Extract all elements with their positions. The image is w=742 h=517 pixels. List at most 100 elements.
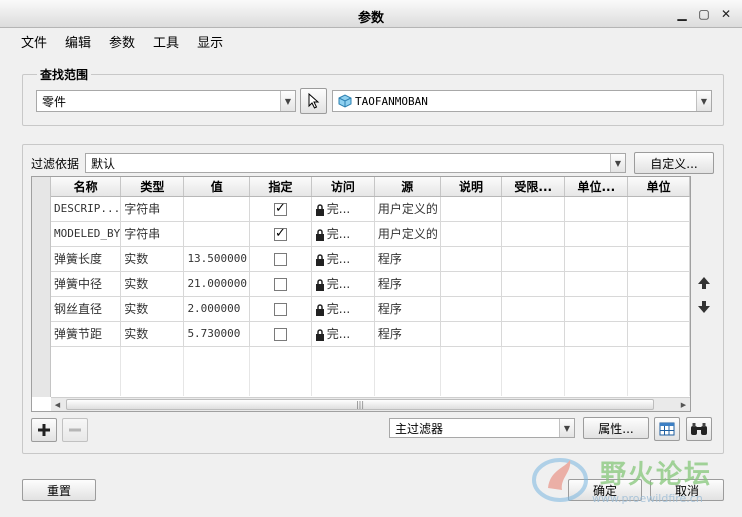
maximize-icon[interactable]: ▢ xyxy=(696,6,712,22)
select-model-button[interactable] xyxy=(300,88,327,114)
menu-edit[interactable]: 编辑 xyxy=(56,28,100,52)
cell-access[interactable]: 完... xyxy=(311,246,375,272)
designate-checkbox[interactable] xyxy=(273,277,287,291)
cell-type[interactable]: 实数 xyxy=(120,246,185,272)
filter-select[interactable]: 默认 ▼ xyxy=(85,153,626,173)
cell-access[interactable]: 完... xyxy=(311,196,375,222)
cell-type[interactable]: 实数 xyxy=(120,296,185,322)
cell-unit[interactable] xyxy=(627,271,690,297)
cell-description[interactable] xyxy=(440,246,503,272)
table-row[interactable]: MODELED_BY字符串 完... 用户定义的 xyxy=(51,221,690,247)
cell-unit-quantity[interactable] xyxy=(564,196,629,222)
cell-source[interactable]: 程序 xyxy=(374,271,441,297)
cell-designate[interactable] xyxy=(249,321,312,347)
column-header-access[interactable]: 访问 xyxy=(311,177,375,197)
cell-description[interactable] xyxy=(440,196,503,222)
scope-type-select[interactable]: 零件 ▼ xyxy=(36,90,296,112)
designate-checkbox[interactable] xyxy=(273,201,287,216)
scope-model-select[interactable]: TAOFANMOBAN ▼ xyxy=(332,90,712,112)
cell-unit-quantity[interactable] xyxy=(564,221,629,247)
table-row[interactable]: 弹簧长度 实数 13.500000 完... 程序 xyxy=(51,246,690,272)
cell-restricted[interactable] xyxy=(501,296,566,322)
properties-button[interactable]: 属性... xyxy=(583,417,649,439)
cell-unit-quantity[interactable] xyxy=(564,296,629,322)
cell-description[interactable] xyxy=(440,296,503,322)
designate-checkbox[interactable] xyxy=(273,226,287,241)
column-header-name[interactable]: 名称 xyxy=(51,177,122,197)
close-icon[interactable]: ✕ xyxy=(718,6,734,22)
cell-description[interactable] xyxy=(440,321,503,347)
cell-source[interactable]: 用户定义的 xyxy=(374,196,441,222)
table-row[interactable]: 弹簧中径 实数 21.000000 完... 程序 xyxy=(51,271,690,297)
cell-value[interactable]: 21.000000 xyxy=(183,271,251,297)
move-up-button[interactable] xyxy=(697,276,711,290)
table-row[interactable]: 钢丝直径 实数 2.000000 完... 程序 xyxy=(51,296,690,322)
cell-unit[interactable] xyxy=(627,221,690,247)
reset-button[interactable]: 重置 xyxy=(22,479,96,501)
column-header-source[interactable]: 源 xyxy=(374,177,441,197)
table-row[interactable]: DESCRIP...字符串 完... 用户定义的 xyxy=(51,196,690,222)
column-header-unit-quantity[interactable]: 单位... xyxy=(564,177,629,197)
cell-name[interactable]: 弹簧中径 xyxy=(51,271,122,297)
menu-file[interactable]: 文件 xyxy=(12,28,56,52)
cell-name[interactable]: DESCRIP... xyxy=(51,196,122,222)
scroll-right-icon[interactable]: ▶ xyxy=(677,398,690,411)
customize-button[interactable]: 自定义... xyxy=(634,152,714,174)
cell-value[interactable] xyxy=(183,221,251,247)
horizontal-scrollbar[interactable]: ◀ ||| ▶ xyxy=(51,397,690,411)
cell-designate[interactable] xyxy=(249,296,312,322)
cell-unit[interactable] xyxy=(627,196,690,222)
cell-name[interactable]: 弹簧节距 xyxy=(51,321,122,347)
cell-restricted[interactable] xyxy=(501,196,566,222)
cell-unit[interactable] xyxy=(627,246,690,272)
column-header-description[interactable]: 说明 xyxy=(440,177,503,197)
menu-parameters[interactable]: 参数 xyxy=(100,28,144,52)
table-row[interactable]: 弹簧节距 实数 5.730000 完... 程序 xyxy=(51,321,690,347)
column-header-type[interactable]: 类型 xyxy=(120,177,185,197)
cell-unit-quantity[interactable] xyxy=(564,246,629,272)
cell-type[interactable]: 字符串 xyxy=(120,196,185,222)
scroll-thumb[interactable]: ||| xyxy=(66,399,654,410)
remove-parameter-button[interactable] xyxy=(62,418,88,442)
cell-name[interactable]: 弹簧长度 xyxy=(51,246,122,272)
main-filter-select[interactable]: 主过滤器 ▼ xyxy=(389,418,575,438)
find-button[interactable] xyxy=(686,417,712,441)
cell-unit[interactable] xyxy=(627,321,690,347)
cell-type[interactable]: 实数 xyxy=(120,321,185,347)
designate-checkbox[interactable] xyxy=(273,302,287,316)
cell-source[interactable]: 程序 xyxy=(374,296,441,322)
cell-value[interactable]: 13.500000 xyxy=(183,246,251,272)
designate-checkbox[interactable] xyxy=(273,327,287,341)
cell-designate[interactable] xyxy=(249,221,312,247)
cell-name[interactable]: MODELED_BY xyxy=(51,221,122,247)
cell-description[interactable] xyxy=(440,221,503,247)
cell-unit-quantity[interactable] xyxy=(564,271,629,297)
cell-access[interactable]: 完... xyxy=(311,296,375,322)
cell-access[interactable]: 完... xyxy=(311,321,375,347)
designate-checkbox[interactable] xyxy=(273,252,287,266)
cell-type[interactable]: 实数 xyxy=(120,271,185,297)
minimize-icon[interactable]: ▁ xyxy=(674,6,690,22)
cell-source[interactable]: 程序 xyxy=(374,246,441,272)
cell-designate[interactable] xyxy=(249,271,312,297)
cell-restricted[interactable] xyxy=(501,246,566,272)
cell-access[interactable]: 完... xyxy=(311,271,375,297)
cell-value[interactable]: 2.000000 xyxy=(183,296,251,322)
cell-unit-quantity[interactable] xyxy=(564,321,629,347)
add-parameter-button[interactable] xyxy=(31,418,57,442)
cell-designate[interactable] xyxy=(249,246,312,272)
cell-restricted[interactable] xyxy=(501,271,566,297)
menu-display[interactable]: 显示 xyxy=(188,28,232,52)
cell-type[interactable]: 字符串 xyxy=(120,221,185,247)
column-header-unit[interactable]: 单位 xyxy=(627,177,690,197)
column-header-value[interactable]: 值 xyxy=(183,177,251,197)
cell-source[interactable]: 程序 xyxy=(374,321,441,347)
cell-name[interactable]: 钢丝直径 xyxy=(51,296,122,322)
cell-source[interactable]: 用户定义的 xyxy=(374,221,441,247)
column-header-designate[interactable]: 指定 xyxy=(249,177,312,197)
cell-unit[interactable] xyxy=(627,296,690,322)
cell-restricted[interactable] xyxy=(501,221,566,247)
scroll-left-icon[interactable]: ◀ xyxy=(51,398,64,411)
table-columns-button[interactable] xyxy=(654,417,680,441)
cell-access[interactable]: 完... xyxy=(311,221,375,247)
